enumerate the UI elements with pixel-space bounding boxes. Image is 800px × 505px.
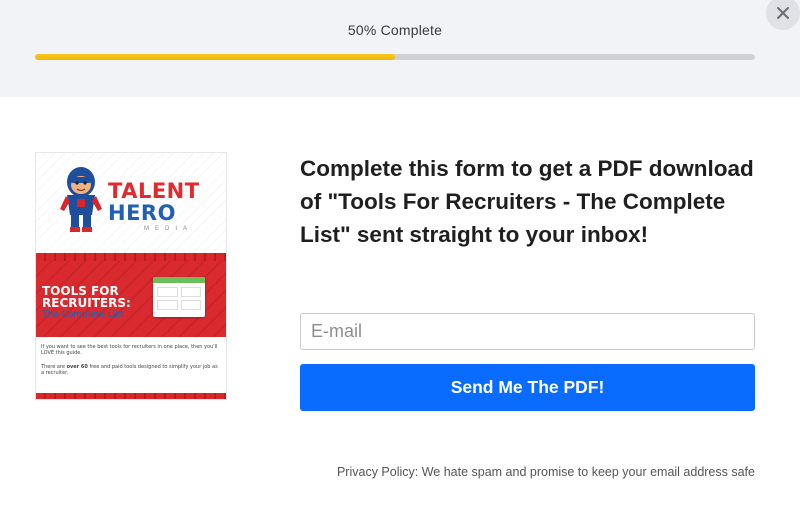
- privacy-policy-text: Privacy Policy: We hate spam and promise…: [336, 465, 755, 479]
- mascot-icon: [60, 167, 102, 232]
- email-field[interactable]: [300, 313, 755, 350]
- cover-bottom-strip: [36, 393, 226, 399]
- cover-blurb-1: If you want to see the best tools for re…: [41, 344, 218, 356]
- progress-bar: [35, 54, 755, 60]
- ebook-cover-image: TALENT HERO MEDIA TOOLS FOR RECRUITERS: …: [35, 152, 227, 400]
- form-headline: Complete this form to get a PDF download…: [300, 156, 754, 247]
- progress-header: 50% Complete: [0, 0, 800, 97]
- brand-hero: HERO: [108, 201, 176, 225]
- send-pdf-button[interactable]: Send Me The PDF!: [300, 364, 755, 411]
- close-icon: [777, 7, 789, 19]
- brand-media: MEDIA: [144, 226, 194, 232]
- progress-label: 50% Complete: [347, 22, 443, 38]
- brand-talent: TALENT: [108, 179, 200, 203]
- cover-subtitle: The Complete List: [42, 310, 124, 320]
- cover-blurb-2: There are over 60 free and paid tools de…: [41, 364, 218, 376]
- progress-bar-fill: [35, 54, 395, 60]
- cover-title-line2: RECRUITERS:: [42, 296, 131, 310]
- cover-divider: [36, 253, 226, 261]
- cover-screenshot-image: [153, 277, 205, 317]
